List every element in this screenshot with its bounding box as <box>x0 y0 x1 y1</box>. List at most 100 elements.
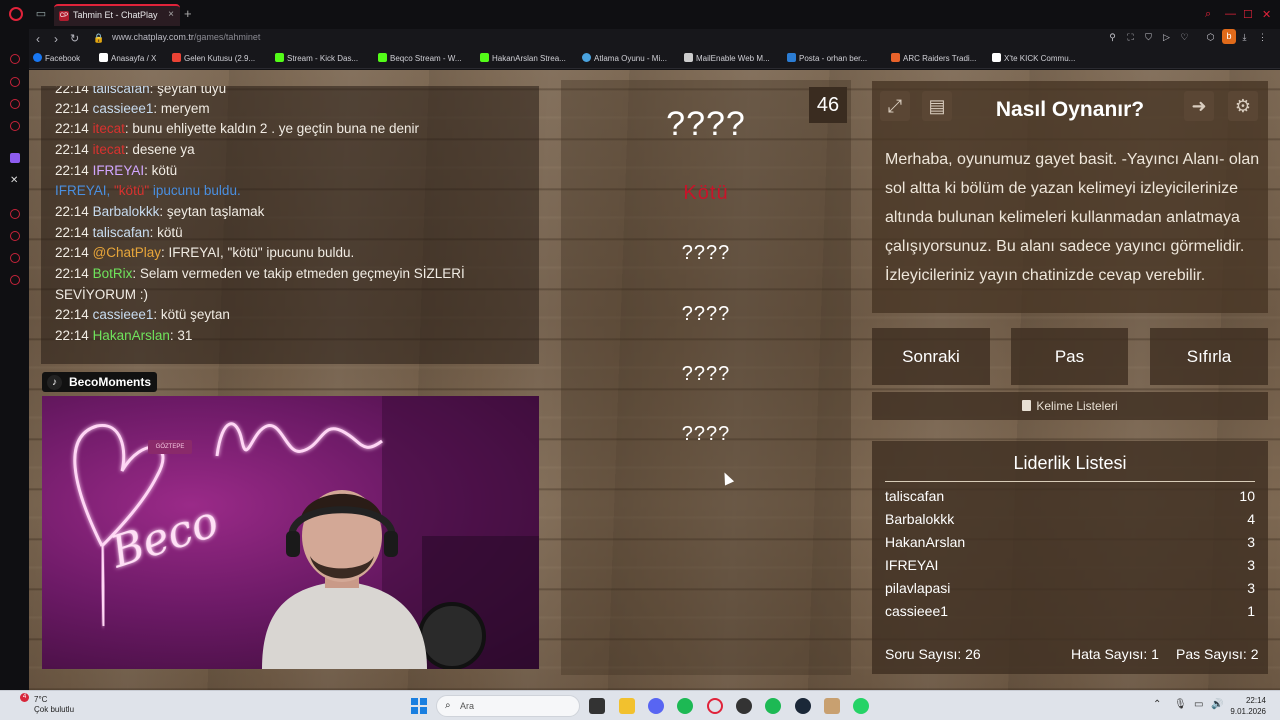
word-lists-button[interactable]: Kelime Listeleri <box>872 392 1268 420</box>
arc-raiders-icon <box>891 53 900 62</box>
goztepe-sign: GÖZTEPE <box>148 440 192 454</box>
tab-title: Tahmin Et - ChatPlay <box>73 10 158 20</box>
search-tabs-icon[interactable]: ⌕ <box>1205 8 1211 21</box>
minimize-button[interactable]: — <box>1225 8 1236 20</box>
pin-icon[interactable]: ⚲ <box>1107 32 1118 43</box>
weather-condition: Çok bulutlu <box>34 705 75 714</box>
sidebar-player-icon[interactable] <box>10 121 20 131</box>
game-page: 22:14 taliscafan: şeytan tüyü 22:14 cass… <box>29 70 1280 690</box>
discord-icon[interactable] <box>648 698 664 714</box>
sidebar-messenger-icon[interactable] <box>10 77 20 87</box>
tray-chevron-icon[interactable]: ⌃ <box>1153 699 1161 710</box>
hint-hidden: ???? <box>681 363 731 385</box>
network-icon[interactable]: ▭ <box>1194 699 1203 710</box>
bookmark-arc-raiders[interactable]: ARC Raiders Tradi... <box>891 53 976 63</box>
microphone-icon[interactable]: 🎙 <box>1174 699 1187 710</box>
sidebar-settings-icon[interactable] <box>10 275 20 285</box>
gmail-icon <box>172 53 181 62</box>
lock-icon: 🔒 <box>93 33 105 43</box>
sidebar-twitch-icon[interactable] <box>10 153 20 163</box>
app-icon[interactable] <box>824 698 840 714</box>
bookmark-x[interactable]: Anasayfa / X <box>99 53 156 63</box>
gear-icon[interactable]: ⚙ <box>1228 91 1258 121</box>
bookmark-beqco-stream[interactable]: Beqco Stream - W... <box>378 53 462 63</box>
clock-time: 22:14 <box>1245 696 1266 705</box>
sidebar-extensions-icon[interactable] <box>10 253 20 263</box>
play-icon[interactable]: ▷ <box>1161 32 1172 43</box>
hint-hidden: ???? <box>681 423 731 445</box>
chat-line: 22:14 taliscafan: kötü <box>55 225 183 240</box>
chat-line: 22:14 cassieee1: kötü şeytan <box>55 307 230 322</box>
secret-word: ???? <box>666 105 746 143</box>
chat-line: 22:14 taliscafan: şeytan tüyü <box>55 86 227 96</box>
file-explorer-icon[interactable] <box>619 698 635 714</box>
spotify-icon-2[interactable] <box>765 698 781 714</box>
howto-panel: ⤢ ▤ Nasıl Oynanır? ➜ ⚙ Merhaba, oyunumuz… <box>872 81 1268 313</box>
opera-taskbar-icon[interactable] <box>707 698 723 714</box>
obs-icon[interactable] <box>736 698 752 714</box>
profile-avatar[interactable]: b <box>1222 29 1236 44</box>
sidebar-history-icon[interactable] <box>10 231 20 241</box>
maximize-button[interactable]: ☐ <box>1243 8 1253 21</box>
leaderboard-row: HakanArslan 3 <box>885 534 1255 550</box>
menu-icon[interactable]: ⋮ <box>1257 32 1268 43</box>
tiktok-icon: ♪ <box>47 375 62 390</box>
tab-workspace-icon[interactable]: ▭ <box>34 8 48 20</box>
bookmark-facebook[interactable]: Facebook <box>33 53 80 63</box>
kick-icon <box>275 53 284 62</box>
back-icon[interactable]: ‹ <box>36 32 40 46</box>
bookmark-atlama-oyunu[interactable]: Atlama Oyunu - Mi... <box>582 53 667 63</box>
task-view-icon[interactable] <box>589 698 605 714</box>
clipboard-icon <box>1022 400 1032 411</box>
bookmarks-bar: Facebook Anasayfa / X Gelen Kutusu (2.9.… <box>29 49 1280 69</box>
extensions-icon[interactable]: ⬡ <box>1205 32 1216 43</box>
spotify-icon[interactable] <box>677 698 693 714</box>
taskbar-clock[interactable]: 22:14 9.01.2026 <box>1230 695 1266 717</box>
windows-start-icon[interactable] <box>411 698 427 714</box>
heart-icon[interactable]: ♡ <box>1179 32 1190 43</box>
pass-button[interactable]: Pas <box>1011 328 1128 385</box>
tiktok-username: BecoMoments <box>69 375 152 389</box>
download-icon[interactable]: ⤓ <box>1239 32 1250 43</box>
close-window-button[interactable]: ✕ <box>1262 8 1271 21</box>
weather-widget[interactable]: 4 7°C Çok bulutlu <box>10 693 75 715</box>
steam-icon[interactable] <box>795 698 811 714</box>
new-tab-button[interactable]: + <box>184 7 192 20</box>
question-count: Soru Sayısı: 26 <box>885 646 981 662</box>
reset-button[interactable]: Sıfırla <box>1150 328 1268 385</box>
x-icon <box>99 53 108 62</box>
bookmark-kick-dashboard[interactable]: Stream - Kick Das... <box>275 53 358 63</box>
neon-sign-text: Beco <box>104 496 225 579</box>
bookmark-gmail[interactable]: Gelen Kutusu (2.9... <box>172 53 255 63</box>
volume-icon[interactable]: 🔊 <box>1211 699 1223 710</box>
sidebar-aria-icon[interactable] <box>10 54 20 64</box>
taskbar-search[interactable]: ⌕ Ara <box>436 695 580 717</box>
snapshot-icon[interactable]: ⛶ <box>1125 32 1136 43</box>
url-path: /games/tahminet <box>193 32 261 42</box>
bookmark-posta[interactable]: Posta - orhan ber... <box>787 53 867 63</box>
chat-line: 22:14 HakanArslan: 31 <box>55 328 193 343</box>
sidebar-chat-icon[interactable] <box>10 99 20 109</box>
shield-icon[interactable]: ⛉ <box>1143 32 1154 43</box>
bookmark-mailenable[interactable]: MailEnable Web M... <box>684 53 770 63</box>
sidebar-speed-dial-icon[interactable] <box>10 209 20 219</box>
whatsapp-icon[interactable] <box>853 698 869 714</box>
tab-close-icon[interactable]: × <box>168 9 174 20</box>
chat-line: 22:14 @ChatPlay: IFREYAI, "kötü" ipucunu… <box>55 245 355 260</box>
chat-line: 22:14 BotRix: Selam vermeden ve takip et… <box>55 266 465 281</box>
sidebar-x-icon[interactable]: ✕ <box>10 175 18 186</box>
exit-icon[interactable]: ➜ <box>1184 91 1214 121</box>
forward-icon[interactable]: › <box>54 32 58 46</box>
tab-active[interactable]: CP Tahmin Et - ChatPlay × <box>54 4 180 26</box>
bookmark-x-kick-community[interactable]: X'te KICK Commu... <box>992 53 1075 63</box>
notification-badge: 4 <box>20 693 29 702</box>
tiktok-tag: ♪ BecoMoments <box>42 372 158 392</box>
reload-icon[interactable]: ↻ <box>70 32 79 45</box>
bookmark-hakanarslan-stream[interactable]: HakanArslan Strea... <box>480 53 566 63</box>
leaderboard-title: Liderlik Listesi <box>885 453 1255 482</box>
chat-line: 22:14 itecat: bunu ehliyette kaldın 2 . … <box>55 121 420 136</box>
opera-logo-icon[interactable] <box>9 7 23 21</box>
url-field[interactable]: www.chatplay.com.tr/games/tahminet <box>112 32 260 42</box>
chatplay-favicon-icon: CP <box>59 11 69 21</box>
next-button[interactable]: Sonraki <box>872 328 990 385</box>
